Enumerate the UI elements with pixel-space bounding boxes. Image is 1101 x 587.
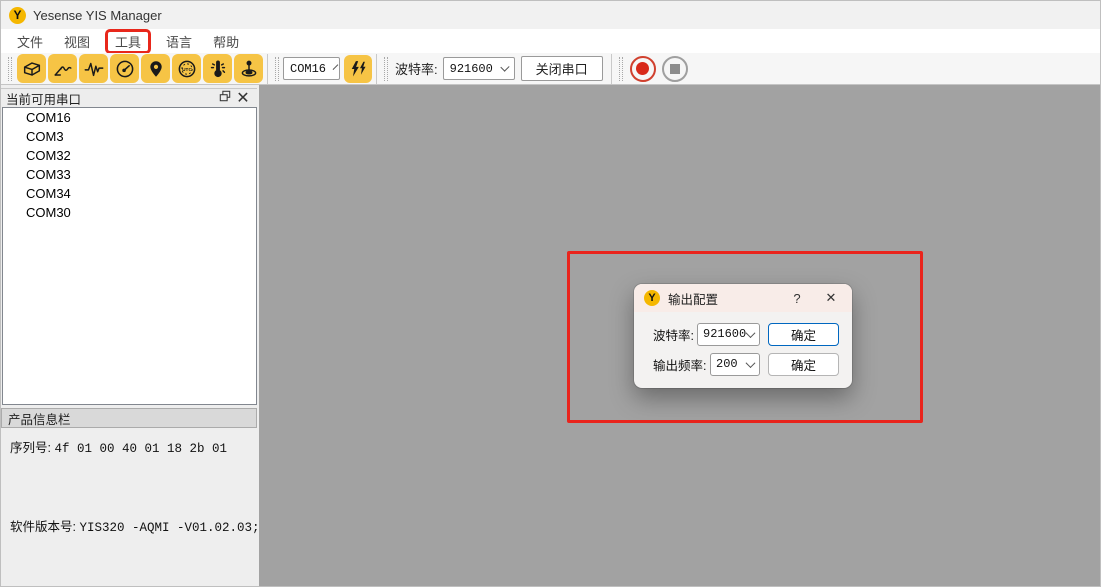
com-port-value: COM16 bbox=[290, 62, 326, 76]
waveform-icon bbox=[83, 58, 105, 80]
app-window: Y Yesense YIS Manager 文件 视图 工具 语言 帮助 UTC bbox=[0, 0, 1101, 587]
pressure-icon bbox=[238, 58, 260, 80]
baud-rate-label: 波特率: bbox=[395, 59, 438, 78]
close-icon: ✕ bbox=[236, 88, 249, 108]
dialog-frequency-value: 200 bbox=[716, 357, 738, 371]
close-serial-port-button[interactable]: 关闭串口 bbox=[521, 56, 603, 81]
refresh-ports-button[interactable] bbox=[344, 55, 372, 83]
port-list-item[interactable]: COM30 bbox=[3, 203, 256, 222]
toolbar-grip[interactable] bbox=[8, 57, 12, 81]
product-info-title: 产品信息栏 bbox=[8, 409, 71, 428]
dialog-title-bar: Y 输出配置 ? ✕ bbox=[634, 284, 852, 312]
serial-number-value: 4f 01 00 40 01 18 2b 01 bbox=[54, 442, 227, 456]
serial-number-label: 序列号: bbox=[10, 441, 51, 455]
stop-icon bbox=[670, 64, 680, 74]
app-logo-icon: Y bbox=[9, 7, 26, 24]
menu-tools[interactable]: 工具 bbox=[105, 29, 151, 54]
attitude-wave-icon bbox=[52, 58, 74, 80]
dialog-baud-select[interactable]: 921600 bbox=[697, 323, 760, 346]
chevron-down-icon bbox=[333, 64, 339, 70]
record-icon bbox=[636, 62, 649, 75]
toolbar-grip[interactable] bbox=[619, 57, 623, 81]
toolbar-grip[interactable] bbox=[275, 57, 279, 81]
dialog-logo-icon: Y bbox=[644, 290, 660, 306]
title-bar: Y Yesense YIS Manager bbox=[1, 1, 1100, 29]
box-3d-icon bbox=[21, 58, 43, 80]
svg-text:UTC: UTC bbox=[182, 66, 192, 72]
baud-rate-value: 921600 bbox=[450, 62, 493, 76]
stop-button[interactable] bbox=[662, 56, 688, 82]
toolbar: UTC COM16 波特率: 921600 关闭串口 bbox=[1, 53, 1100, 85]
utc-clock-icon: UTC bbox=[176, 58, 198, 80]
product-info-header: 产品信息栏 bbox=[1, 408, 257, 428]
port-list-item[interactable]: COM3 bbox=[3, 127, 256, 146]
dialog-baud-row: 波特率: 921600 确定 bbox=[634, 322, 852, 346]
baud-rate-select[interactable]: 921600 bbox=[443, 57, 515, 80]
menu-view[interactable]: 视图 bbox=[58, 30, 96, 53]
com-port-select[interactable]: COM16 bbox=[283, 57, 340, 80]
location-pin-icon bbox=[145, 58, 167, 80]
toolbar-grip[interactable] bbox=[384, 57, 388, 81]
serial-number-row: 序列号: 4f 01 00 40 01 18 2b 01 bbox=[10, 437, 227, 456]
tool-pressure-button[interactable] bbox=[234, 54, 263, 83]
dialog-baud-label: 波特率: bbox=[653, 325, 694, 344]
dialog-title: 输出配置 bbox=[668, 289, 786, 308]
software-version-label: 软件版本号: bbox=[10, 520, 76, 534]
port-list-item[interactable]: COM32 bbox=[3, 146, 256, 165]
dialog-baud-value: 921600 bbox=[703, 327, 746, 341]
tool-waveform-button[interactable] bbox=[79, 54, 108, 83]
toolbar-separator bbox=[611, 54, 612, 84]
chevron-down-icon bbox=[500, 63, 509, 72]
toolbar-separator bbox=[267, 54, 268, 84]
tool-3d-view-button[interactable] bbox=[17, 54, 46, 83]
tool-temperature-button[interactable] bbox=[203, 54, 232, 83]
software-version-row: 软件版本号: YIS320 -AQMI -V01.02.03; bbox=[10, 516, 260, 535]
ports-panel-header: 当前可用串口 ✕ bbox=[1, 88, 257, 107]
temperature-icon bbox=[207, 58, 229, 80]
toolbar-separator bbox=[376, 54, 377, 84]
dialog-frequency-row: 输出频率: 200 确定 bbox=[634, 352, 852, 376]
restore-window-icon bbox=[219, 89, 231, 107]
port-list-item[interactable]: COM16 bbox=[3, 108, 256, 127]
dialog-help-button[interactable]: ? bbox=[786, 291, 808, 306]
dialog-frequency-ok-button[interactable]: 确定 bbox=[768, 353, 839, 376]
chevron-down-icon bbox=[746, 358, 756, 368]
port-list-item[interactable]: COM34 bbox=[3, 184, 256, 203]
tool-attitude-button[interactable] bbox=[48, 54, 77, 83]
output-config-dialog: Y 输出配置 ? ✕ 波特率: 921600 确定 输出频率: 200 确定 bbox=[634, 284, 852, 388]
chevron-down-icon bbox=[746, 328, 756, 338]
refresh-icon bbox=[348, 59, 368, 79]
tool-gauge-button[interactable] bbox=[110, 54, 139, 83]
ports-panel-title: 当前可用串口 bbox=[6, 89, 216, 108]
dialog-baud-ok-button[interactable]: 确定 bbox=[768, 323, 839, 346]
dialog-frequency-select[interactable]: 200 bbox=[710, 353, 760, 376]
close-panel-button[interactable]: ✕ bbox=[234, 90, 252, 106]
record-button[interactable] bbox=[630, 56, 656, 82]
dialog-frequency-label: 输出频率: bbox=[653, 355, 706, 374]
left-dock-panel: 当前可用串口 ✕ COM16 COM3 COM32 COM33 COM34 CO… bbox=[1, 85, 259, 586]
float-panel-button[interactable] bbox=[216, 90, 234, 106]
menu-help[interactable]: 帮助 bbox=[207, 30, 245, 53]
menu-file[interactable]: 文件 bbox=[11, 30, 49, 53]
dialog-close-button[interactable]: ✕ bbox=[820, 290, 842, 306]
tool-location-button[interactable] bbox=[141, 54, 170, 83]
serial-port-list: COM16 COM3 COM32 COM33 COM34 COM30 bbox=[2, 107, 257, 405]
tool-utc-time-button[interactable]: UTC bbox=[172, 54, 201, 83]
port-list-item[interactable]: COM33 bbox=[3, 165, 256, 184]
gauge-icon bbox=[114, 58, 136, 80]
menu-bar: 文件 视图 工具 语言 帮助 bbox=[1, 29, 1100, 53]
menu-language[interactable]: 语言 bbox=[160, 30, 198, 53]
window-title: Yesense YIS Manager bbox=[33, 8, 162, 23]
software-version-value: YIS320 -AQMI -V01.02.03; bbox=[79, 521, 259, 535]
